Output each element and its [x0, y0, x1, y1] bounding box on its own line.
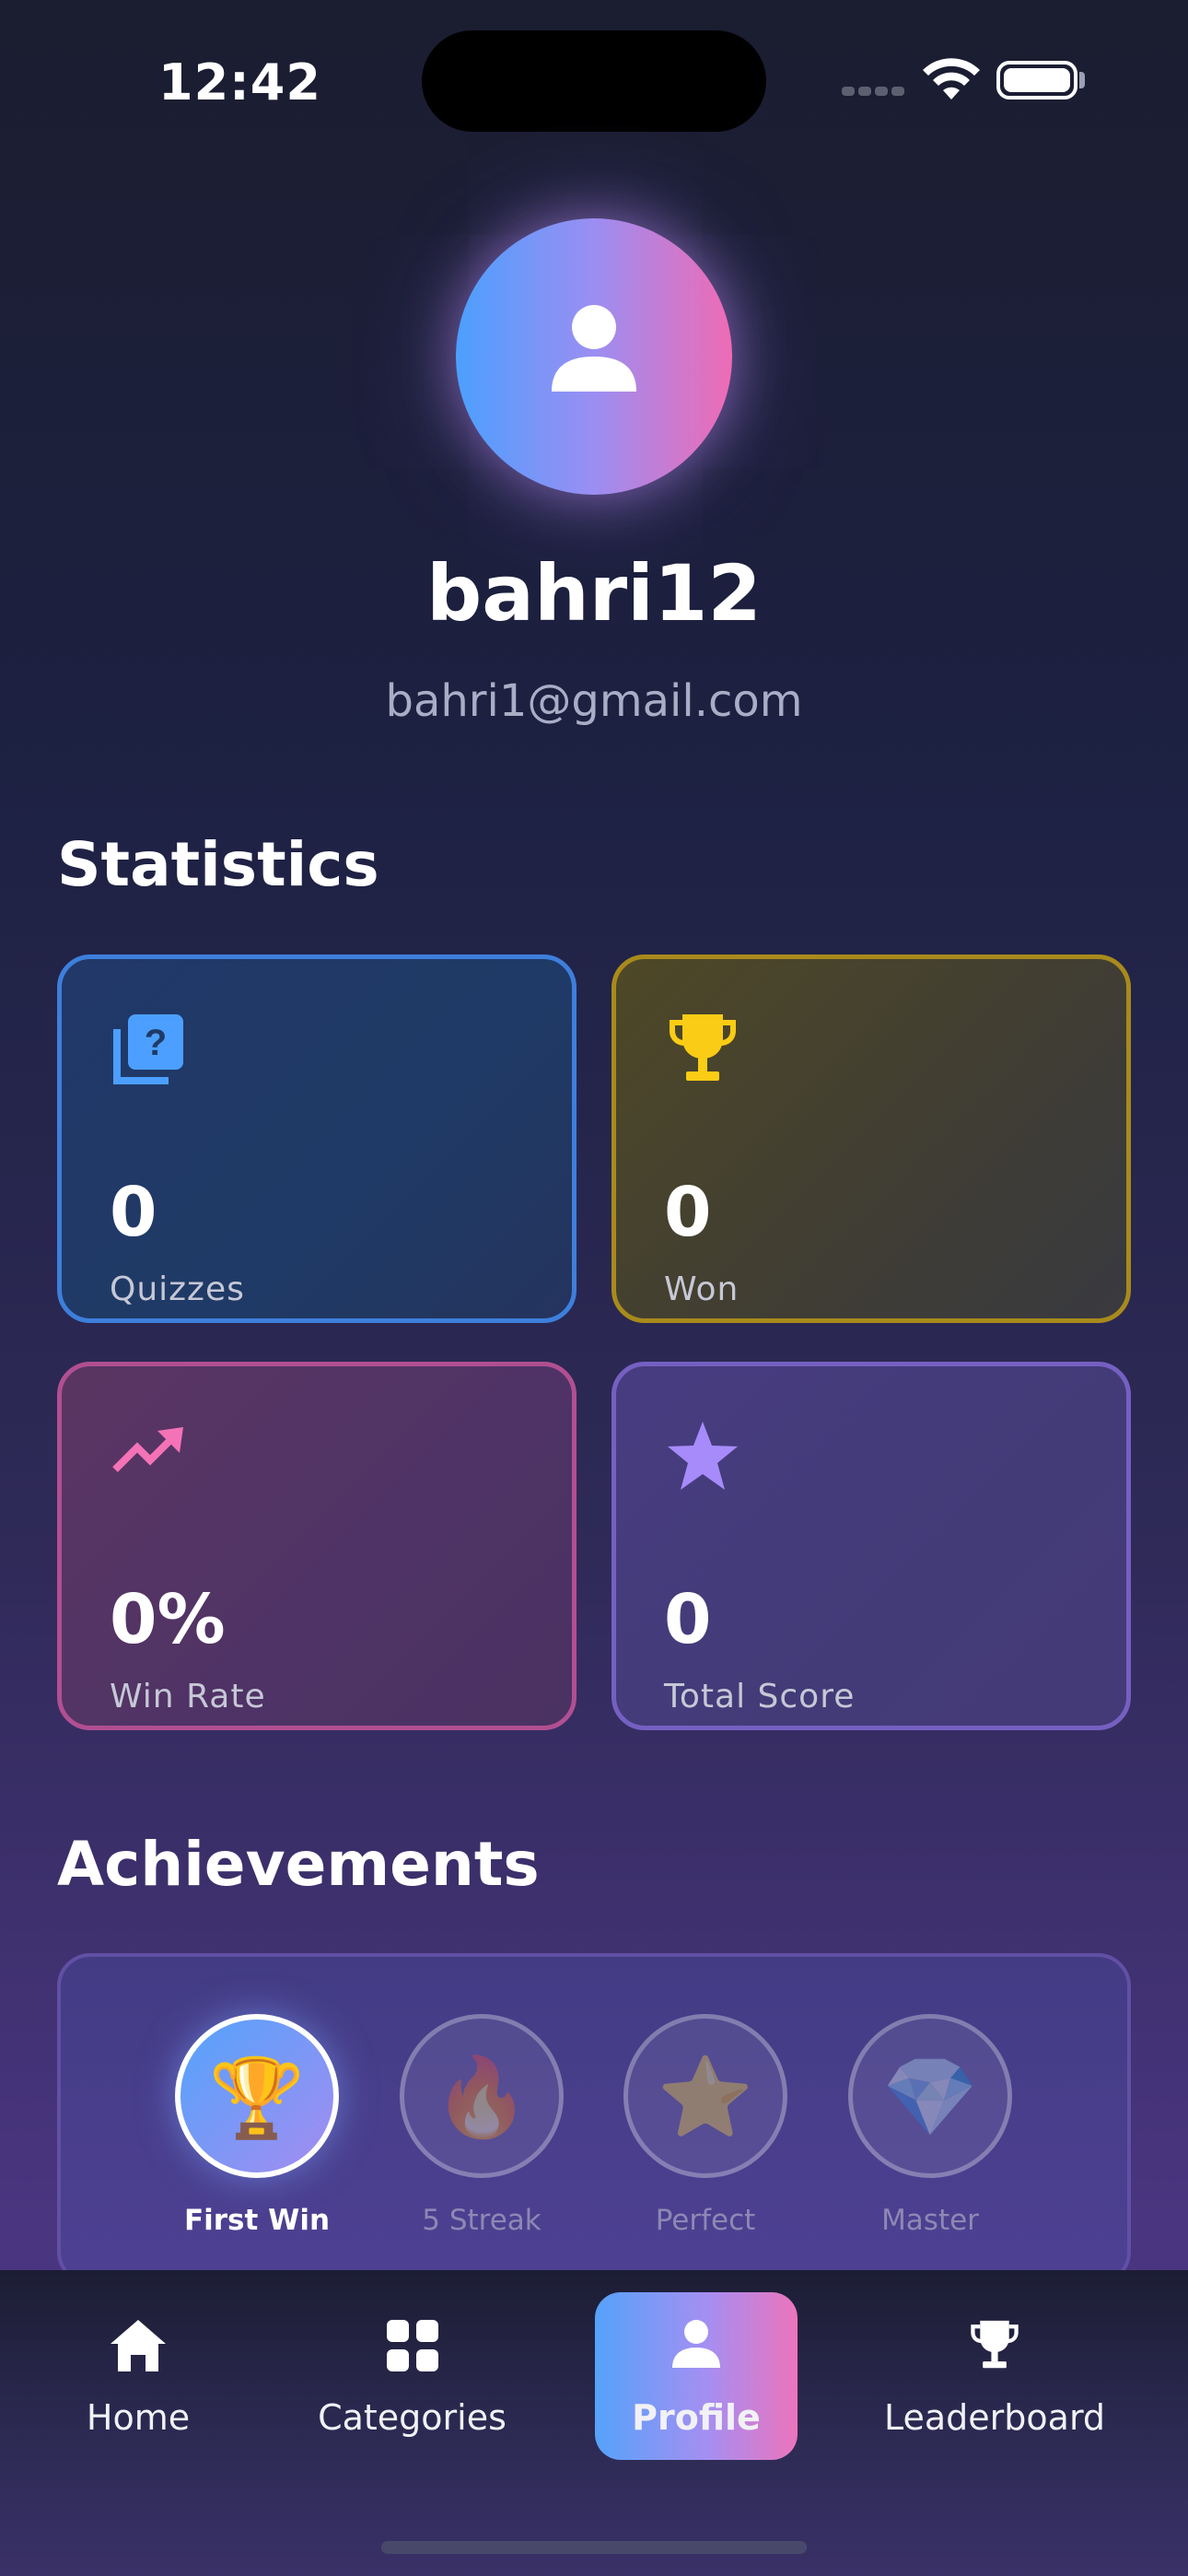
person-icon [672, 2320, 720, 2368]
username: bahri12 [426, 548, 762, 638]
home-indicator[interactable] [381, 2541, 807, 2554]
nav-label: Leaderboard [884, 2397, 1106, 2438]
badge-perfect[interactable]: ⭐ [623, 2014, 787, 2178]
nav-label: Categories [318, 2397, 507, 2438]
svg-text:?: ? [145, 1023, 167, 1063]
battery-icon [996, 61, 1077, 100]
trophy-icon [971, 2320, 1019, 2369]
statistics-title: Statistics [57, 829, 379, 900]
grid-icon [386, 2320, 438, 2371]
stat-label: Total Score [664, 1678, 856, 1715]
status-time: 12:42 [158, 53, 321, 111]
stat-card-won: 0 Won [611, 954, 1131, 1323]
badge-master[interactable]: 💎 [848, 2014, 1012, 2178]
badge-label: Perfect [655, 2204, 756, 2237]
badge-label: 5 Streak [422, 2204, 542, 2237]
achievements-title: Achievements [57, 1829, 540, 1900]
stat-card-win-rate: 0% Win Rate [57, 1362, 577, 1730]
badge-first-win[interactable]: 🏆 [175, 2014, 339, 2178]
stat-value: 0 [664, 1173, 712, 1252]
badge-5-streak[interactable]: 🔥 [400, 2014, 564, 2178]
person-icon [552, 305, 636, 392]
quiz-icon: ? [113, 1014, 183, 1084]
trophy-icon: 🏆 [208, 2053, 306, 2143]
badge-label: Master [881, 2204, 979, 2237]
user-email: bahri1@gmail.com [385, 675, 803, 727]
trophy-icon [670, 1014, 736, 1081]
stat-value: 0 [664, 1580, 712, 1659]
stat-card-quizzes: ? 0 Quizzes [57, 954, 577, 1323]
nav-leaderboard[interactable]: Leaderboard [884, 2294, 1105, 2460]
nav-label: Home [86, 2397, 191, 2438]
diamond-icon: 💎 [881, 2052, 979, 2142]
home-icon [111, 2320, 166, 2371]
nav-label: Profile [632, 2397, 761, 2438]
wifi-icon [923, 58, 980, 100]
avatar[interactable] [456, 218, 732, 495]
stat-label: Win Rate [110, 1678, 266, 1715]
star-icon: ⭐ [657, 2052, 754, 2142]
badge-label: First Win [183, 2204, 331, 2237]
trending-up-icon [112, 1427, 183, 1472]
stat-value: 0 [110, 1173, 157, 1252]
star-icon [668, 1422, 738, 1490]
stat-label: Won [664, 1270, 740, 1308]
stat-value: 0% [110, 1580, 226, 1659]
nav-home[interactable]: Home [55, 2294, 221, 2460]
fire-icon: 🔥 [433, 2052, 530, 2142]
dynamic-island [422, 30, 766, 132]
stat-card-total-score: 0 Total Score [611, 1362, 1131, 1730]
stat-label: Quizzes [110, 1270, 245, 1308]
nav-categories[interactable]: Categories [313, 2294, 511, 2460]
nav-profile[interactable]: Profile [595, 2294, 798, 2460]
